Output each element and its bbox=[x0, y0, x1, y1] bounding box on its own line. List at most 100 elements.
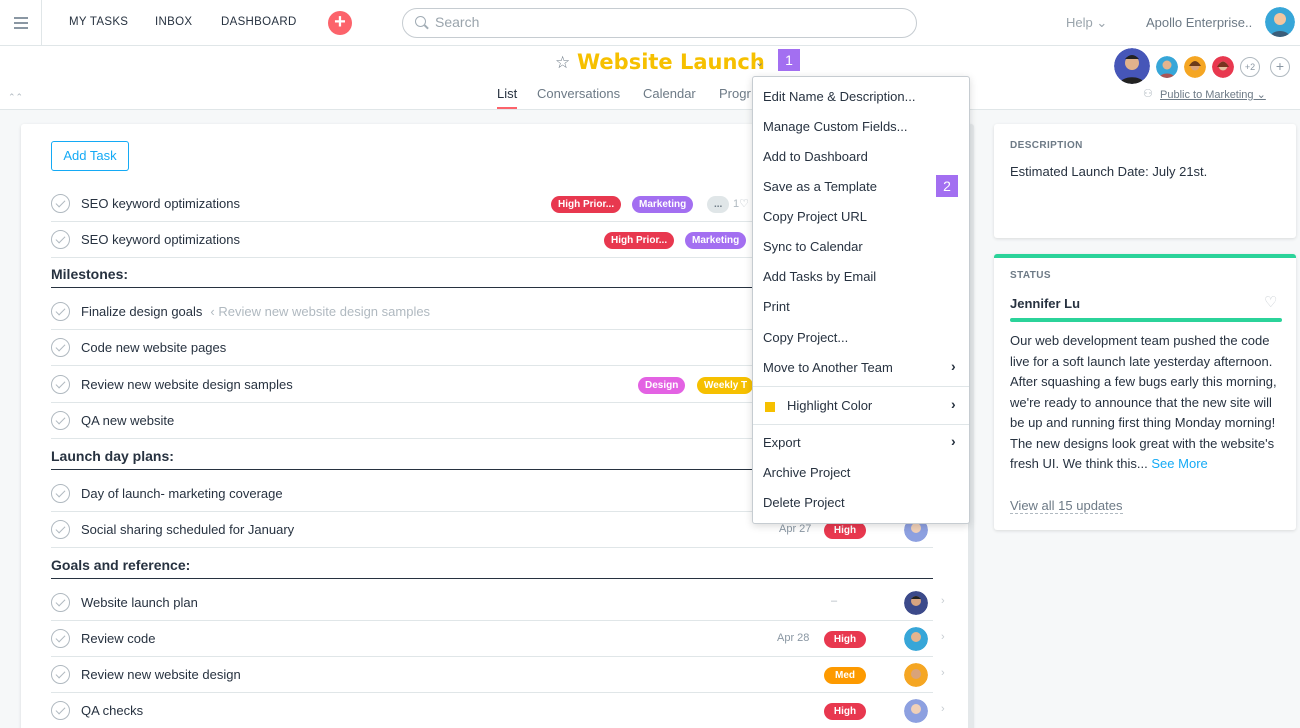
more-members-count[interactable]: +2 bbox=[1240, 57, 1260, 77]
task-name[interactable]: Day of launch- marketing coverage bbox=[81, 486, 283, 501]
section-title[interactable]: Milestones: bbox=[51, 266, 128, 282]
assignee-avatar[interactable] bbox=[904, 699, 928, 723]
tab-conversations[interactable]: Conversations bbox=[537, 86, 620, 101]
task-name[interactable]: Code new website pages bbox=[81, 340, 226, 355]
tag-design[interactable]: Design bbox=[638, 377, 686, 394]
menu-item-archive[interactable]: Archive Project bbox=[753, 458, 969, 488]
like-count[interactable]: 1♡ bbox=[733, 197, 749, 210]
menu-icon[interactable] bbox=[0, 0, 42, 46]
menu-item-add-tasks-email[interactable]: Add Tasks by Email bbox=[753, 262, 969, 292]
task-name[interactable]: QA checks bbox=[81, 703, 143, 718]
section-title[interactable]: Launch day plans: bbox=[51, 448, 174, 464]
complete-check-icon[interactable] bbox=[51, 302, 70, 321]
task-row[interactable]: Website launch plan – › bbox=[51, 585, 945, 621]
task-name[interactable]: Review new website design bbox=[81, 667, 241, 682]
complete-check-icon[interactable] bbox=[51, 665, 70, 684]
nav-my-tasks[interactable]: MY TASKS bbox=[69, 16, 128, 28]
menu-item-highlight-color[interactable]: Highlight Color › bbox=[753, 391, 969, 421]
see-more-link[interactable]: See More bbox=[1151, 456, 1207, 471]
add-member-plus-icon[interactable]: + bbox=[1270, 57, 1290, 77]
complete-check-icon[interactable] bbox=[51, 593, 70, 612]
task-name[interactable]: Review new website design samples bbox=[81, 377, 293, 392]
tag-marketing[interactable]: Marketing bbox=[685, 232, 747, 249]
search-bar[interactable] bbox=[402, 8, 917, 38]
add-task-button[interactable]: Add Task bbox=[51, 141, 129, 171]
task-name[interactable]: Finalize design goals bbox=[81, 304, 202, 319]
task-name[interactable]: SEO keyword optimizations bbox=[81, 196, 240, 211]
complete-check-icon[interactable] bbox=[51, 375, 70, 394]
favorite-star-icon[interactable]: ☆ bbox=[555, 53, 570, 73]
chevron-right-icon[interactable]: › bbox=[941, 631, 945, 643]
member-avatar[interactable] bbox=[1156, 56, 1178, 78]
complete-check-icon[interactable] bbox=[51, 520, 70, 539]
privacy-setting[interactable]: Public to Marketing ⌄ bbox=[1160, 88, 1266, 101]
menu-item-copy-url[interactable]: Copy Project URL bbox=[753, 202, 969, 232]
menu-item-export[interactable]: Export › bbox=[753, 428, 969, 458]
parent-task-link[interactable]: ‹ Review new website design samples bbox=[210, 304, 430, 319]
section-header[interactable]: Goals and reference: bbox=[51, 551, 933, 579]
task-row[interactable]: Review new website design Med › bbox=[51, 657, 945, 693]
view-all-updates-link[interactable]: View all 15 updates bbox=[1010, 498, 1123, 514]
priority-high[interactable]: High bbox=[824, 703, 866, 720]
due-date[interactable]: Apr 28 bbox=[777, 632, 809, 644]
tag-marketing[interactable]: Marketing bbox=[632, 196, 694, 213]
section-title[interactable]: Goals and reference: bbox=[51, 557, 190, 573]
nav-inbox[interactable]: INBOX bbox=[155, 16, 192, 28]
due-date[interactable]: Apr 27 bbox=[779, 523, 811, 535]
complete-check-icon[interactable] bbox=[51, 629, 70, 648]
complete-check-icon[interactable] bbox=[51, 230, 70, 249]
task-name[interactable]: Social sharing scheduled for January bbox=[81, 522, 294, 537]
member-avatar[interactable] bbox=[1114, 48, 1150, 84]
chevron-right-icon[interactable]: › bbox=[941, 667, 945, 679]
priority-high[interactable]: High bbox=[824, 522, 866, 539]
menu-item-copy-project[interactable]: Copy Project... bbox=[753, 323, 969, 353]
search-input[interactable] bbox=[435, 14, 895, 30]
complete-check-icon[interactable] bbox=[51, 411, 70, 430]
menu-item-sync-calendar[interactable]: Sync to Calendar bbox=[753, 232, 969, 262]
complete-check-icon[interactable] bbox=[51, 194, 70, 213]
task-name[interactable]: Review code bbox=[81, 631, 155, 646]
menu-item-print[interactable]: Print bbox=[753, 292, 969, 322]
complete-check-icon[interactable] bbox=[51, 701, 70, 720]
tab-progress[interactable]: Progr bbox=[719, 86, 751, 101]
member-avatar[interactable] bbox=[1212, 56, 1234, 78]
project-menu-chevron-icon[interactable]: ⌄ bbox=[755, 56, 764, 69]
tag-high-priority[interactable]: High Prior... bbox=[604, 232, 675, 249]
tab-calendar[interactable]: Calendar bbox=[643, 86, 696, 101]
status-author: Jennifer Lu bbox=[1010, 296, 1081, 311]
menu-item-move-team[interactable]: Move to Another Team › bbox=[753, 353, 969, 383]
heart-icon[interactable]: ♡ bbox=[1264, 293, 1277, 311]
priority-med[interactable]: Med bbox=[824, 667, 866, 684]
priority-high[interactable]: High bbox=[824, 631, 866, 648]
menu-item-add-dashboard[interactable]: Add to Dashboard bbox=[753, 142, 969, 172]
task-row[interactable]: QA checks High › bbox=[51, 693, 945, 728]
collapse-icon[interactable]: ⌃⌃ bbox=[8, 92, 23, 103]
menu-item-custom-fields[interactable]: Manage Custom Fields... bbox=[753, 112, 969, 142]
complete-check-icon[interactable] bbox=[51, 484, 70, 503]
quick-add-plus-icon[interactable]: + bbox=[328, 11, 352, 35]
tab-list[interactable]: List bbox=[497, 86, 518, 109]
member-avatar[interactable] bbox=[1184, 56, 1206, 78]
chevron-right-icon[interactable]: › bbox=[941, 595, 945, 607]
org-switcher[interactable]: Apollo Enterprise.. bbox=[1146, 15, 1252, 30]
complete-check-icon[interactable] bbox=[51, 338, 70, 357]
description-text[interactable]: Estimated Launch Date: July 21st. bbox=[1010, 164, 1207, 179]
assignee-avatar[interactable] bbox=[904, 627, 928, 651]
task-row[interactable]: Review code Apr 28 High › bbox=[51, 621, 945, 657]
project-title[interactable]: Website Launch bbox=[577, 50, 765, 74]
chevron-right-icon[interactable]: › bbox=[941, 703, 945, 715]
help-menu[interactable]: Help ⌄ bbox=[1066, 15, 1107, 31]
tag-more[interactable]: ... bbox=[707, 196, 730, 213]
user-avatar[interactable] bbox=[1265, 7, 1295, 37]
due-date[interactable]: – bbox=[831, 595, 837, 607]
task-name[interactable]: SEO keyword optimizations bbox=[81, 232, 240, 247]
menu-item-delete[interactable]: Delete Project bbox=[753, 488, 969, 518]
tag-high-priority[interactable]: High Prior... bbox=[551, 196, 622, 213]
tag-weekly[interactable]: Weekly T bbox=[697, 377, 753, 394]
assignee-avatar[interactable] bbox=[904, 591, 928, 615]
assignee-avatar[interactable] bbox=[904, 663, 928, 687]
task-name[interactable]: QA new website bbox=[81, 413, 174, 428]
nav-dashboard[interactable]: DASHBOARD bbox=[221, 16, 297, 28]
menu-item-edit-name[interactable]: Edit Name & Description... bbox=[753, 82, 969, 112]
task-name[interactable]: Website launch plan bbox=[81, 595, 198, 610]
